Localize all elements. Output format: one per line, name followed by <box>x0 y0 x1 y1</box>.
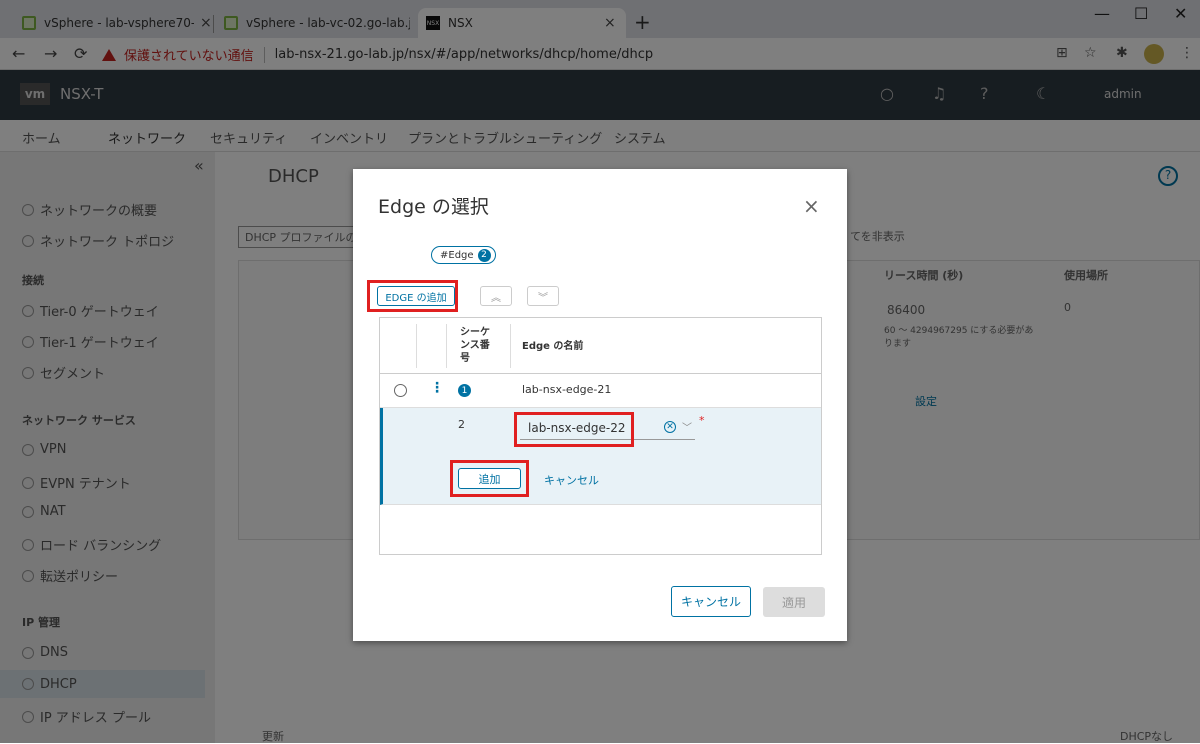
add-edge-button[interactable]: EDGE の追加 <box>377 286 455 306</box>
chip-label: #Edge <box>440 249 474 261</box>
add-button[interactable]: 追加 <box>458 468 521 489</box>
row-select-radio[interactable] <box>394 384 407 397</box>
clear-icon[interactable]: ✕ <box>664 421 676 433</box>
table-row[interactable]: ⋮ 1 lab-nsx-edge-21 <box>380 374 821 408</box>
edge-select-dialog: Edge の選択 × #Edge 2 EDGE の追加 ︽ ︾ シーケンス番号 … <box>353 169 847 641</box>
sequence-cell: 2 <box>458 418 465 431</box>
cancel-link[interactable]: キャンセル <box>544 472 599 488</box>
move-down-button[interactable]: ︾ <box>527 286 559 306</box>
edge-grid: シーケンス番号 Edge の名前 ⋮ 1 lab-nsx-edge-21 2 l… <box>379 317 822 555</box>
grid-header: シーケンス番号 Edge の名前 <box>380 318 821 374</box>
edge-name-cell: lab-nsx-edge-21 <box>522 383 612 396</box>
close-icon[interactable]: × <box>803 194 820 218</box>
chevron-down-icon[interactable]: ﹀ <box>682 419 692 434</box>
column-divider <box>510 324 511 368</box>
sequence-badge: 1 <box>458 384 471 397</box>
table-row-editing: 2 lab-nsx-edge-22 ✕ ﹀ * 追加 キャンセル <box>380 408 821 505</box>
move-up-button[interactable]: ︽ <box>480 286 512 306</box>
apply-button[interactable]: 適用 <box>763 587 825 617</box>
edge-count-chip: #Edge 2 <box>431 246 496 264</box>
cancel-button[interactable]: キャンセル <box>671 586 751 617</box>
row-actions-icon[interactable]: ⋮ <box>430 380 444 396</box>
dialog-title: Edge の選択 <box>378 196 489 218</box>
column-divider <box>416 324 417 368</box>
column-header-sequence: シーケンス番号 <box>460 327 490 364</box>
column-header-edge-name: Edge の名前 <box>522 341 584 352</box>
required-marker: * <box>699 414 705 427</box>
highlight-box <box>514 412 634 447</box>
chip-count-badge: 2 <box>477 248 491 262</box>
column-divider <box>446 324 447 368</box>
